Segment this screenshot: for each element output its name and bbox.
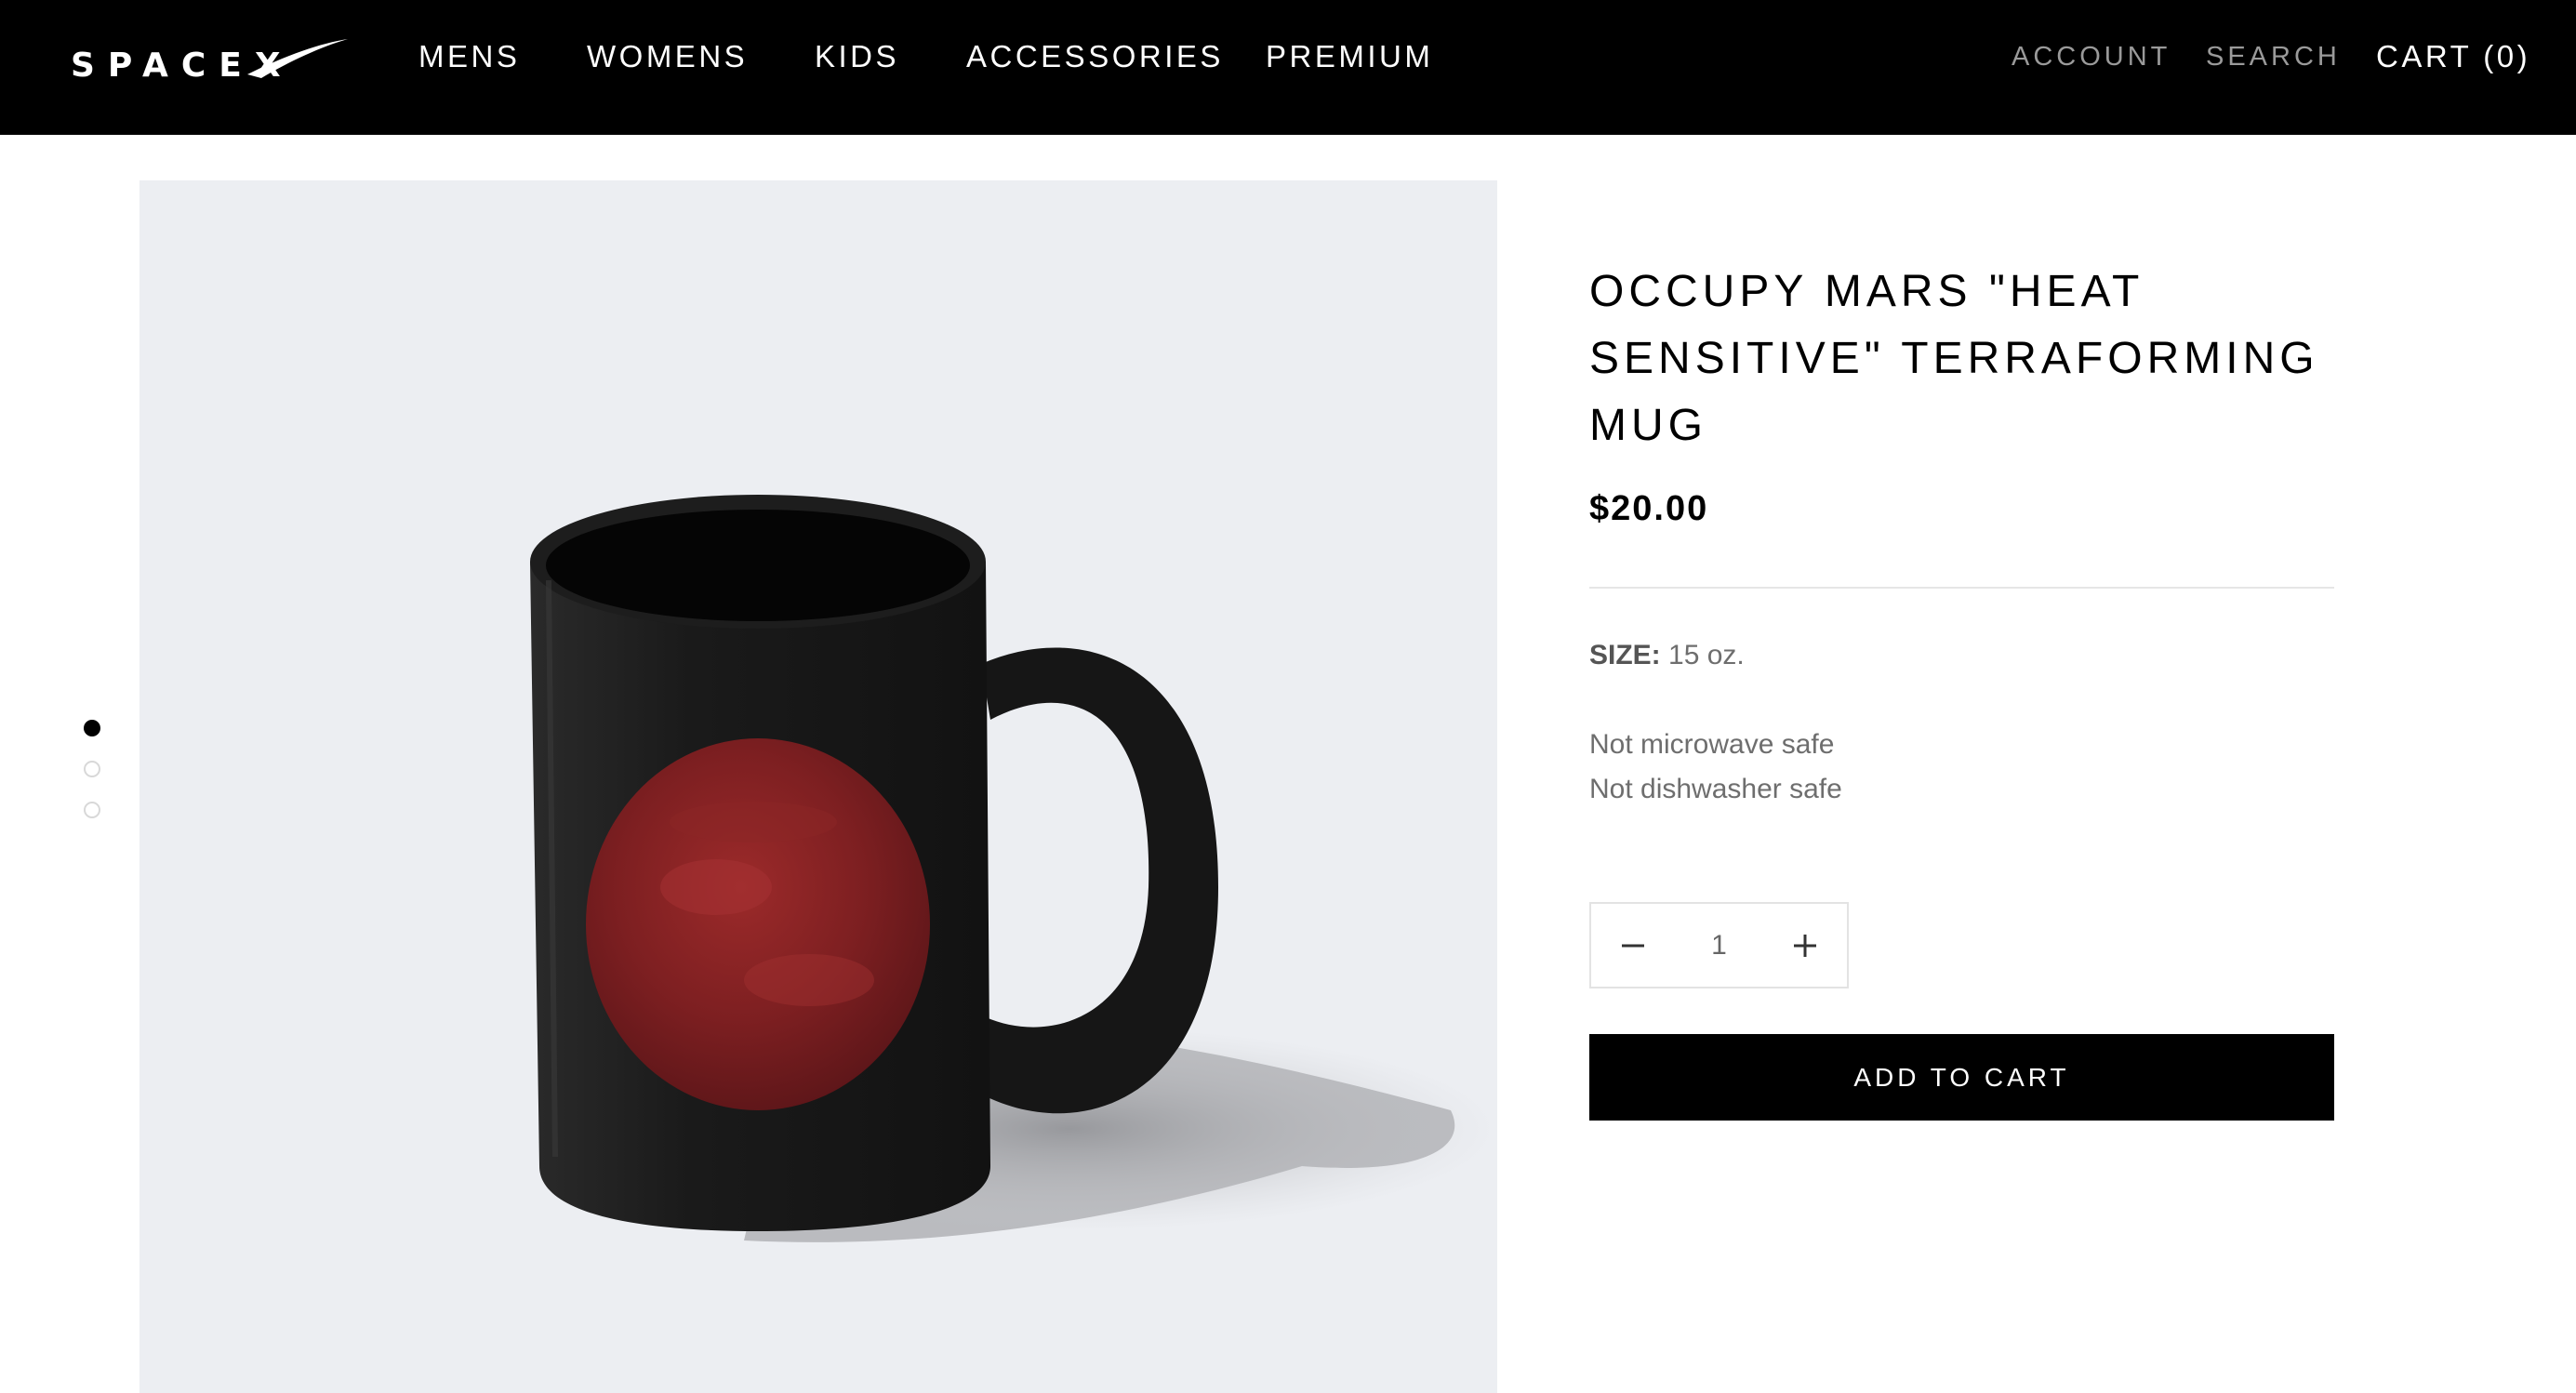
site-header: SPACEX MENS WOMENS KIDS ACCESSORIES PREM… [0,0,2576,135]
nav-accessories[interactable]: ACCESSORIES [966,37,1224,76]
note-microwave: Not microwave safe [1589,729,1835,760]
add-to-cart-button[interactable]: ADD TO CART [1589,1034,2334,1121]
nav-premium[interactable]: PREMIUM [1266,37,1433,76]
product-price: $20.00 [1589,489,1709,528]
cart-link[interactable]: CART (0) [2376,37,2530,76]
quantity-stepper [1589,902,1849,988]
minus-icon [1622,944,1644,947]
gallery-dot-2[interactable] [84,761,100,777]
search-link[interactable]: SEARCH [2206,37,2341,76]
nav-womens[interactable]: WOMENS [587,37,748,76]
quantity-increase-button[interactable] [1763,904,1847,987]
quantity-decrease-button[interactable] [1591,904,1675,987]
gallery-dot-1[interactable] [84,720,100,736]
nav-kids[interactable]: KIDS [815,37,899,76]
spacex-logo-mark: SPACEX [71,39,348,85]
size-row: SIZE: 15 oz. [1589,640,1745,671]
note-dishwasher: Not dishwasher safe [1589,774,1842,804]
account-link[interactable]: ACCOUNT [2012,37,2171,76]
size-value: 15 oz. [1668,640,1745,670]
gallery-dot-3[interactable] [84,802,100,818]
size-label: SIZE: [1589,640,1661,670]
spacex-logo[interactable]: SPACEX [71,37,350,85]
nav-mens[interactable]: MENS [418,37,520,76]
plus-icon [1794,934,1816,957]
divider [1589,587,2334,589]
product-image [139,180,1497,1393]
product-title: OCCUPY MARS "HEAT SENSITIVE" TERRAFORMIN… [1589,267,2319,450]
quantity-input[interactable] [1675,904,1763,987]
mug-illustration [530,495,1497,1242]
